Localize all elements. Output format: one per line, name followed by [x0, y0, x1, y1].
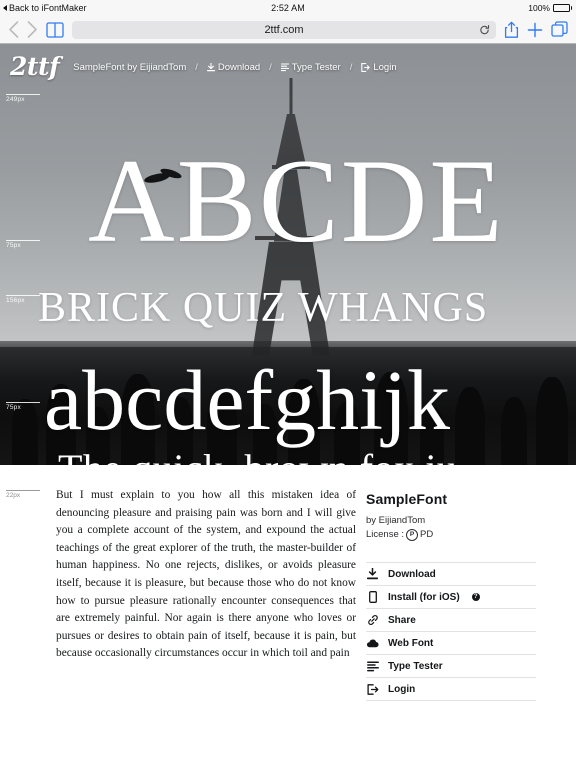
- sidebar-label-share: Share: [388, 614, 416, 626]
- nav-item-login[interactable]: Login: [361, 61, 397, 73]
- content-area: 22px But I must explain to you how all t…: [0, 465, 576, 768]
- site-logo[interactable]: 2ttf: [10, 54, 60, 79]
- type-tester-icon: [280, 62, 289, 72]
- tabs-icon[interactable]: [551, 21, 568, 38]
- address-bar[interactable]: 2ttf.com: [72, 20, 496, 39]
- specimen-lowercase-row: abcdefghijk: [44, 352, 450, 448]
- link-icon: [366, 614, 379, 626]
- sidebar-item-install-ios[interactable]: Install (for iOS) ?: [366, 586, 536, 609]
- cloud-icon: [366, 639, 379, 648]
- license-label: License :: [366, 529, 405, 540]
- nav-separator: /: [349, 61, 353, 73]
- font-specimen-rows: ABCDE BRICK QUIZ WHANGS abcdefghijk The …: [0, 44, 576, 466]
- specimen-sentence-row: The quick, brown fox ju: [0, 449, 457, 466]
- font-license: License : P PD: [366, 528, 536, 542]
- nav-separator: /: [195, 61, 198, 73]
- back-icon[interactable]: [8, 21, 19, 38]
- sidebar-label-install-ios: Install (for iOS): [388, 591, 460, 603]
- address-bar-url: 2ttf.com: [264, 23, 304, 36]
- status-bar-clock: 2:52 AM: [271, 3, 305, 13]
- nav-label-font-title: SampleFont by EijiandTom: [73, 61, 187, 73]
- nav-label-type-tester: Type Tester: [291, 61, 341, 73]
- sidebar-item-share[interactable]: Share: [366, 609, 536, 632]
- nav-separator: /: [269, 61, 272, 73]
- sidebar-item-web-font[interactable]: Web Font: [366, 632, 536, 655]
- specimen-paragraph: But I must explain to you how all this m…: [56, 489, 356, 660]
- sidebar-item-type-tester[interactable]: Type Tester: [366, 655, 536, 678]
- download-icon: [366, 568, 379, 580]
- site-nav: SampleFont by EijiandTom / Download / Ty…: [73, 60, 396, 73]
- license-value: PD: [420, 529, 434, 540]
- share-icon[interactable]: [504, 21, 519, 39]
- font-author: by EijiandTom: [366, 515, 426, 526]
- public-domain-icon: P: [406, 529, 419, 541]
- font-preview-hero: 2ttf SampleFont by EijiandTom / Download…: [0, 44, 576, 465]
- body-ruler-label: 22px: [6, 492, 21, 499]
- sidebar-label-web-font: Web Font: [388, 637, 434, 649]
- nav-label-download: Download: [217, 61, 261, 73]
- login-icon: [366, 683, 379, 695]
- forward-icon[interactable]: [27, 21, 38, 38]
- sidebar-actions: Download Install (for iOS) ? Share Web F…: [366, 562, 536, 701]
- reload-icon[interactable]: [479, 24, 490, 35]
- sidebar-label-download: Download: [388, 568, 436, 580]
- specimen-pangram-row: BRICK QUIZ WHANGS: [38, 285, 489, 331]
- device-icon: [366, 591, 379, 603]
- book-icon[interactable]: [46, 21, 64, 38]
- font-info-sidebar: SampleFont by EijiandTom License : P PD …: [366, 487, 536, 768]
- specimen-uppercase-row: ABCDE: [88, 134, 505, 267]
- font-name: SampleFont: [366, 491, 448, 507]
- site-header: 2ttf SampleFont by EijiandTom / Download…: [0, 44, 576, 88]
- login-icon: [361, 62, 371, 72]
- download-icon: [206, 62, 215, 72]
- sidebar-item-download[interactable]: Download: [366, 563, 536, 586]
- browser-toolbar: 2ttf.com: [0, 16, 576, 44]
- plus-icon[interactable]: [527, 22, 543, 38]
- sidebar-label-type-tester: Type Tester: [388, 660, 443, 672]
- nav-label-login: Login: [373, 61, 397, 73]
- ios-status-bar: Back to iFontMaker 2:52 AM 100%: [0, 0, 576, 16]
- body-size-ruler: 22px: [6, 490, 46, 499]
- nav-item-type-tester[interactable]: Type Tester: [280, 61, 341, 73]
- type-tester-icon: [366, 660, 379, 672]
- screen: Back to iFontMaker 2:52 AM 100% 2ttf.com: [0, 0, 576, 768]
- info-icon[interactable]: ?: [471, 593, 480, 601]
- sidebar-item-login[interactable]: Login: [366, 678, 536, 701]
- sidebar-label-login: Login: [388, 683, 416, 695]
- nav-item-download[interactable]: Download: [206, 61, 261, 73]
- nav-item-font-title[interactable]: SampleFont by EijiandTom: [73, 62, 186, 73]
